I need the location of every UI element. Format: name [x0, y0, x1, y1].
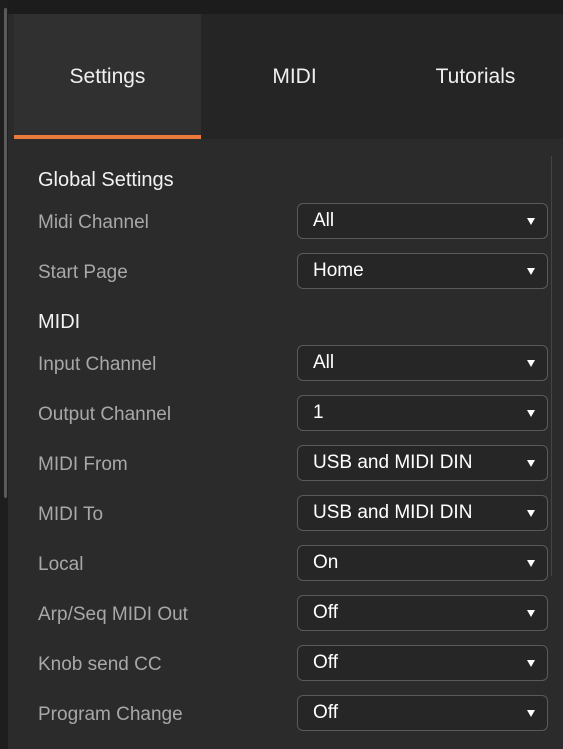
- dropdown-program-change[interactable]: Off: [297, 695, 548, 731]
- tab-settings-label: Settings: [69, 64, 146, 88]
- dropdown-midi-to[interactable]: USB and MIDI DIN: [297, 495, 548, 531]
- tab-midi[interactable]: MIDI: [201, 14, 388, 139]
- caret-down-icon: [527, 560, 535, 567]
- dropdown-midi-from[interactable]: USB and MIDI DIN: [297, 445, 548, 481]
- label-knob-send-cc: Knob send CC: [38, 654, 162, 675]
- caret-down-icon: [527, 510, 535, 517]
- tab-settings[interactable]: Settings: [14, 14, 201, 139]
- label-midi-from: MIDI From: [38, 454, 128, 475]
- dropdown-arp-seq-midi-out[interactable]: Off: [297, 595, 548, 631]
- caret-down-icon: [527, 710, 535, 717]
- label-midi-to: MIDI To: [38, 504, 104, 525]
- dropdown-start-page[interactable]: Home: [297, 253, 548, 289]
- tab-bar: Settings MIDI Tutorials: [14, 14, 563, 139]
- panel-scrollbar[interactable]: [551, 156, 552, 576]
- caret-down-icon: [527, 268, 535, 275]
- dropdown-knob-send-cc[interactable]: Off: [297, 645, 548, 681]
- dropdown-midi-channel[interactable]: All: [297, 203, 548, 239]
- label-local: Local: [38, 554, 84, 575]
- dropdown-output-channel[interactable]: 1: [297, 395, 548, 431]
- section-title-midi: MIDI: [38, 311, 81, 333]
- dropdown-value: USB and MIDI DIN: [313, 502, 473, 523]
- section-title-global-settings: Global Settings: [38, 169, 174, 191]
- label-program-change: Program Change: [38, 704, 183, 725]
- left-edge: [0, 0, 8, 749]
- caret-down-icon: [527, 460, 535, 467]
- caret-down-icon: [527, 610, 535, 617]
- tab-tutorials-label: Tutorials: [435, 64, 516, 88]
- label-arp-seq-midi-out: Arp/Seq MIDI Out: [38, 604, 188, 625]
- tab-tutorials[interactable]: Tutorials: [388, 14, 563, 139]
- dropdown-value: On: [313, 552, 339, 573]
- label-midi-channel: Midi Channel: [38, 212, 149, 233]
- caret-down-icon: [527, 360, 535, 367]
- splitter-handle[interactable]: [4, 8, 7, 498]
- caret-down-icon: [527, 218, 535, 225]
- caret-down-icon: [527, 660, 535, 667]
- dropdown-value: USB and MIDI DIN: [313, 452, 473, 473]
- dropdown-value: 1: [313, 402, 324, 423]
- label-start-page: Start Page: [38, 262, 128, 283]
- dropdown-value: Off: [313, 702, 338, 723]
- dropdown-value: All: [313, 210, 335, 231]
- dropdown-value: Home: [313, 260, 364, 281]
- tab-midi-label: MIDI: [272, 64, 317, 88]
- dropdown-input-channel[interactable]: All: [297, 345, 548, 381]
- dropdown-value: All: [313, 352, 335, 373]
- window-top-bar: [0, 0, 563, 14]
- label-output-channel: Output Channel: [38, 404, 172, 425]
- dropdown-local[interactable]: On: [297, 545, 548, 581]
- caret-down-icon: [527, 410, 535, 417]
- dropdown-value: Off: [313, 652, 338, 673]
- label-input-channel: Input Channel: [38, 354, 157, 375]
- dropdown-value: Off: [313, 602, 338, 623]
